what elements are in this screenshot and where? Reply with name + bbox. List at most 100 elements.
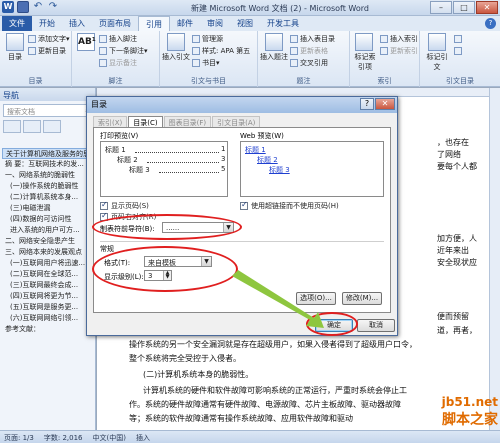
- group-citations: 插入引文 管理源 样式: APA 第五 书目▾ 引文与书目: [160, 31, 258, 87]
- next-footnote-button[interactable]: 下一条脚注▾: [99, 46, 148, 56]
- ribbon: 目录 添加文字▾ 更新目录 目录 AB¹ 插入脚注 下一条脚注▾ 显示备注 脚注…: [0, 31, 500, 87]
- toa-update-button[interactable]: [454, 46, 462, 56]
- word-logo-icon[interactable]: W: [2, 1, 14, 13]
- watermark-line2: 脚本之家: [442, 412, 498, 428]
- dialog-title-buttons: ? ✕: [360, 98, 395, 110]
- options-button[interactable]: 选项(O)...: [296, 292, 336, 305]
- manage-sources-button[interactable]: 管理源: [192, 34, 223, 44]
- update-index-label: 更新索引: [390, 47, 418, 55]
- update-table-label: 更新表格: [300, 47, 328, 55]
- insert-caption-button[interactable]: 插入题注: [260, 33, 288, 62]
- nav-heading-item[interactable]: 二、网络安全隐患产生: [2, 236, 94, 247]
- insert-footnote-big[interactable]: AB¹: [75, 33, 97, 52]
- nav-heading-item[interactable]: (一)互联网用户将迅速...: [2, 258, 94, 269]
- insert-table-label: 插入表目录: [300, 35, 335, 43]
- nav-heading-item[interactable]: (三)电磁泄漏: [2, 203, 94, 214]
- toc-button[interactable]: 目录: [3, 33, 27, 62]
- show-page-numbers-checkbox[interactable]: 显示页码(S): [100, 200, 149, 211]
- nav-headings-tab[interactable]: [3, 120, 21, 133]
- bibliography-button[interactable]: 书目▾: [192, 58, 220, 68]
- show-notes-button[interactable]: 显示备注: [99, 58, 137, 68]
- status-mode[interactable]: 插入: [136, 433, 150, 442]
- toa-insert-button[interactable]: [454, 34, 462, 44]
- update-table-button[interactable]: 更新表格: [290, 46, 328, 56]
- tab-view[interactable]: 视图: [230, 16, 260, 31]
- style-icon: [192, 47, 200, 55]
- tab-home[interactable]: 开始: [32, 16, 62, 31]
- nav-heading-item[interactable]: (四)数据的可访问性: [2, 214, 94, 225]
- tab-insert[interactable]: 插入: [62, 16, 92, 31]
- vertical-scrollbar[interactable]: [489, 88, 500, 430]
- insert-endnote-button[interactable]: 插入脚注: [99, 34, 137, 44]
- tab-page-layout[interactable]: 页面布局: [92, 16, 138, 31]
- cross-reference-icon: [290, 59, 298, 67]
- mark-citation-button[interactable]: 标记引文: [424, 33, 450, 72]
- style-select[interactable]: 样式: APA 第五: [192, 46, 250, 56]
- close-button[interactable]: ✕: [476, 1, 498, 14]
- dialog-close-button[interactable]: ✕: [375, 98, 395, 110]
- insert-citation-button[interactable]: 插入引文: [162, 33, 190, 62]
- tab-references[interactable]: 引用: [138, 16, 170, 31]
- cancel-button[interactable]: 取消: [357, 319, 395, 332]
- group-label-citation: 引文与书目: [191, 77, 226, 85]
- update-toc-button[interactable]: 更新目录: [28, 46, 66, 56]
- insert-index-button[interactable]: 插入索引: [380, 34, 418, 44]
- update-index-button[interactable]: 更新索引: [380, 46, 418, 56]
- tab-developer[interactable]: 开发工具: [260, 16, 306, 31]
- nav-heading-item[interactable]: (三)互联网最终会成...: [2, 280, 94, 291]
- manage-sources-label: 管理源: [202, 35, 223, 43]
- update-toc-label: 更新目录: [38, 47, 66, 55]
- nav-view-tabs: [3, 120, 92, 134]
- nav-heading-item[interactable]: 关于计算机网络及服务的思: [2, 148, 94, 159]
- cross-reference-label: 交叉引用: [300, 59, 328, 67]
- redo-icon[interactable]: ↷: [47, 1, 59, 13]
- web-preview-h2: 标题 2: [257, 156, 278, 164]
- doc-fragment: 要每个人都: [437, 162, 477, 171]
- minimize-button[interactable]: –: [430, 1, 452, 14]
- nav-heading-item[interactable]: (五)互联网是服务更...: [2, 302, 94, 313]
- annotation-ellipse-tab-leader: [92, 214, 242, 240]
- help-icon[interactable]: ?: [485, 18, 496, 29]
- toa-update-icon: [454, 47, 462, 55]
- nav-heading-item[interactable]: (二)互联网在全球范...: [2, 269, 94, 280]
- nav-heading-item[interactable]: 一、网络系统的脆弱性: [2, 170, 94, 181]
- nav-heading-item[interactable]: 摘 要：互联网技术的发...: [2, 159, 94, 170]
- use-hyperlinks-checkbox[interactable]: 使用超链接而不使用页码(H): [240, 200, 339, 211]
- status-words[interactable]: 字数: 2,016: [44, 433, 83, 442]
- nav-results-tab[interactable]: [43, 120, 61, 133]
- insert-table-of-figures-button[interactable]: 插入表目录: [290, 34, 335, 44]
- nav-heading-item[interactable]: 参考文献：: [2, 324, 94, 335]
- tab-mailings[interactable]: 邮件: [170, 16, 200, 31]
- citation-icon: [167, 33, 185, 51]
- mark-entry-icon: [355, 33, 373, 51]
- doc-line: 操作系统的另一个安全漏洞就是存在超级用户，如果入侵者得到了超级用户口令，: [129, 340, 417, 349]
- tab-file[interactable]: 文件: [2, 16, 32, 31]
- nav-heading-item[interactable]: (一)操作系统的脆弱性: [2, 181, 94, 192]
- modify-button[interactable]: 修改(M)...: [342, 292, 382, 305]
- add-text-button[interactable]: 添加文字▾: [28, 34, 70, 44]
- save-icon[interactable]: [17, 1, 29, 13]
- next-footnote-icon: [99, 47, 107, 55]
- status-page[interactable]: 页面: 1/3: [4, 433, 34, 442]
- table-of-figures-icon: [290, 35, 298, 43]
- mark-entry-button[interactable]: 标记索引项: [352, 33, 376, 72]
- dialog-help-button[interactable]: ?: [360, 98, 374, 110]
- maximize-button[interactable]: □: [453, 1, 475, 14]
- group-label-index: 索引: [377, 77, 392, 85]
- nav-pages-tab[interactable]: [23, 120, 41, 133]
- nav-heading-item[interactable]: 三、网络本来的发展观点: [2, 247, 94, 258]
- nav-heading-item[interactable]: (二)计算机系统本身...: [2, 192, 94, 203]
- undo-icon[interactable]: ↶: [32, 1, 44, 13]
- status-language[interactable]: 中文(中国): [92, 433, 125, 442]
- cross-reference-button[interactable]: 交叉引用: [290, 58, 328, 68]
- group-toa: 标记引文 引文目录: [420, 31, 500, 87]
- nav-heading-item[interactable]: 进入系统的用户可方...: [2, 225, 94, 236]
- tab-review[interactable]: 审阅: [200, 16, 230, 31]
- nav-heading-item[interactable]: (六)互联网网络引领...: [2, 313, 94, 324]
- leader-dots: [147, 162, 219, 163]
- insert-index-icon: [380, 35, 388, 43]
- nav-search-input[interactable]: 搜索文档 ⌕: [3, 104, 92, 117]
- doc-line: 作。系统的硬件故障通常有硬件故障、电源故障、芯片主板故障、驱动器故障: [129, 400, 401, 409]
- nav-heading-item[interactable]: (四)互联网将更为节...: [2, 291, 94, 302]
- insert-citation-label: 插入引文: [162, 53, 190, 61]
